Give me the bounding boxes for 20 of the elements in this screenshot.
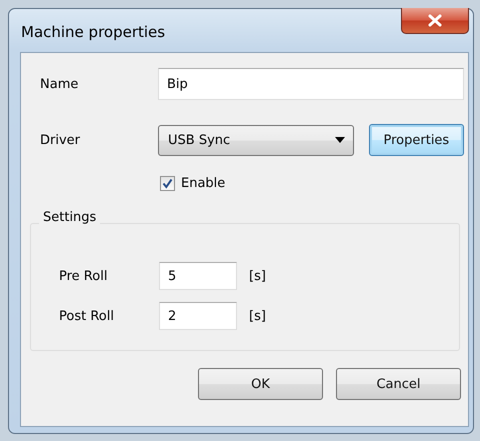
- enable-checkbox[interactable]: [160, 176, 175, 191]
- name-label: Name: [40, 76, 80, 92]
- group-title: Settings: [39, 210, 100, 225]
- setting-field[interactable]: 2: [159, 302, 237, 330]
- window-title: Machine properties: [21, 23, 166, 41]
- unit-label: [s]: [249, 268, 266, 284]
- properties-button[interactable]: Properties: [368, 124, 464, 156]
- setting-field[interactable]: 5: [159, 262, 237, 290]
- name-field[interactable]: Bip: [158, 68, 464, 100]
- ok-button[interactable]: OK: [198, 368, 323, 400]
- setting-label: Pre Roll: [59, 268, 108, 284]
- close-icon: [427, 14, 443, 27]
- caret-icon: [334, 137, 345, 143]
- enable-label: Enable: [181, 176, 226, 191]
- driver-label: Driver: [40, 132, 82, 148]
- driver-dropdown[interactable]: USB Sync: [158, 124, 354, 156]
- close-button[interactable]: [401, 8, 469, 34]
- setting-label: Post Roll: [59, 308, 115, 324]
- cancel-button[interactable]: Cancel: [336, 368, 461, 400]
- unit-label: [s]: [249, 308, 266, 324]
